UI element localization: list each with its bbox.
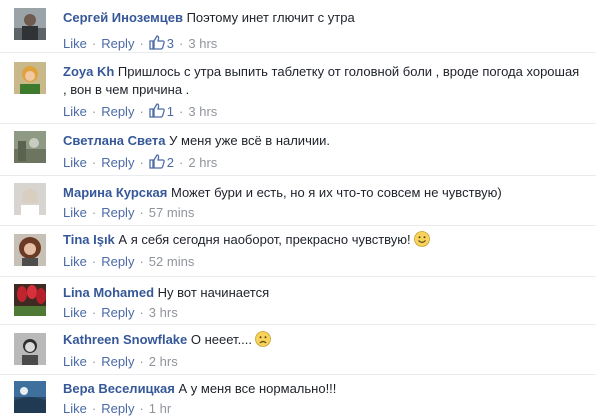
comment-time[interactable]: 2 hrs <box>188 155 217 170</box>
avatar[interactable] <box>14 284 46 316</box>
comment-text: Пришлось с утра выпить таблетку от голов… <box>63 64 580 97</box>
avatar[interactable] <box>14 234 46 266</box>
comment-item: Светлана Света У меня уже всё в наличии.… <box>0 124 596 176</box>
comment-time[interactable]: 3 hrs <box>188 104 217 119</box>
like-count[interactable]: 1 <box>149 103 175 119</box>
reply-link[interactable]: Reply <box>101 36 134 51</box>
comment-time[interactable]: 1 hr <box>149 401 171 416</box>
comment-author[interactable]: Kathreen Snowflake <box>63 332 187 347</box>
comment-time[interactable]: 57 mins <box>149 205 195 220</box>
comment-time[interactable]: 52 mins <box>149 254 195 269</box>
comment-actions: Like · Reply · 52 mins <box>63 254 195 269</box>
comment-author[interactable]: Tina Işık <box>63 232 115 247</box>
comment-text: Поэтому инет глючит с утра <box>186 10 355 25</box>
comment-text: У меня уже всё в наличии. <box>169 133 330 148</box>
reply-link[interactable]: Reply <box>101 354 134 369</box>
comment-text: О нееет.... <box>190 332 253 347</box>
comment-author[interactable]: Сергей Иноземцев <box>63 10 183 25</box>
comment-author[interactable]: Lina Mohamed <box>63 285 154 300</box>
like-link[interactable]: Like <box>63 104 87 119</box>
comment-time[interactable]: 3 hrs <box>149 305 178 320</box>
reply-link[interactable]: Reply <box>101 205 134 220</box>
comment-author[interactable]: Марина Курская <box>63 185 167 200</box>
comment-item: Kathreen Snowflake О нееет.... Like · Repl… <box>0 325 596 375</box>
like-link[interactable]: Like <box>63 155 87 170</box>
reply-link[interactable]: Reply <box>101 305 134 320</box>
like-count-value: 3 <box>166 36 175 51</box>
comment-author[interactable]: Zoya Kh <box>63 64 114 79</box>
avatar[interactable] <box>14 8 46 40</box>
reply-link[interactable]: Reply <box>101 401 134 416</box>
comment-actions: Like · Reply · 3 · 3 hrs <box>63 35 218 51</box>
like-link[interactable]: Like <box>63 254 87 269</box>
comment-text: А я себя сегодня наоборот, прекрасно чув… <box>118 232 411 247</box>
like-count-value: 1 <box>166 104 175 119</box>
comment-actions: Like · Reply · 1 · 3 hrs <box>63 103 218 119</box>
reply-link[interactable]: Reply <box>101 155 134 170</box>
comment-text: Может бури и есть, но я их что-то совсем… <box>170 185 502 200</box>
comment-body: Сергей Иноземцев Поэтому инет глючит с у… <box>63 9 586 27</box>
comment-body: Вера Веселицкая А у меня все нормально!!… <box>63 380 586 398</box>
comment-item: Lina Mohamed Ну вот начинается Like · Repl… <box>0 277 596 325</box>
smile-emoji-icon <box>413 231 430 247</box>
like-link[interactable]: Like <box>63 354 87 369</box>
like-count[interactable]: 3 <box>149 35 175 51</box>
avatar[interactable] <box>14 183 46 215</box>
like-link[interactable]: Like <box>63 205 87 220</box>
comment-body: Марина Курская Может бури и есть, но я и… <box>63 184 586 202</box>
avatar[interactable] <box>14 333 46 365</box>
comment-actions: Like · Reply · 2 · 2 hrs <box>63 154 218 170</box>
like-count-value: 2 <box>166 155 175 170</box>
avatar[interactable] <box>14 381 46 413</box>
comment-body: Zoya Kh Пришлось с утра выпить таблетку … <box>63 63 586 99</box>
comment-body: Kathreen Snowflake О нееет.... <box>63 331 586 349</box>
like-link[interactable]: Like <box>63 305 87 320</box>
comment-item: Вера Веселицкая А у меня все нормально!!… <box>0 375 596 419</box>
comment-body: Tina Işık А я себя сегодня наоборот, пре… <box>63 231 586 249</box>
thumbs-up-icon <box>149 35 165 50</box>
thumbs-up-icon <box>149 103 165 118</box>
comment-text: Ну вот начинается <box>157 285 270 300</box>
comment-author[interactable]: Светлана Света <box>63 133 166 148</box>
thumbs-up-icon <box>149 154 165 169</box>
comment-actions: Like · Reply · 1 hr <box>63 401 172 416</box>
like-link[interactable]: Like <box>63 401 87 416</box>
reply-link[interactable]: Reply <box>101 104 134 119</box>
comment-actions: Like · Reply · 3 hrs <box>63 305 178 320</box>
comment-author[interactable]: Вера Веселицкая <box>63 381 175 396</box>
comment-text: А у меня все нормально!!! <box>178 381 337 396</box>
comment-actions: Like · Reply · 57 mins <box>63 205 195 220</box>
comment-time[interactable]: 2 hrs <box>149 354 178 369</box>
avatar[interactable] <box>14 131 46 163</box>
like-count[interactable]: 2 <box>149 154 175 170</box>
reply-link[interactable]: Reply <box>101 254 134 269</box>
comment-item: Tina Işık А я себя сегодня наоборот, пре… <box>0 226 596 277</box>
like-link[interactable]: Like <box>63 36 87 51</box>
comment-body: Светлана Света У меня уже всё в наличии. <box>63 132 586 150</box>
comment-item: Zoya Kh Пришлось с утра выпить таблетку … <box>0 53 596 124</box>
avatar[interactable] <box>14 62 46 94</box>
frown-emoji-icon <box>255 331 271 347</box>
comment-body: Lina Mohamed Ну вот начинается <box>63 284 586 302</box>
comment-actions: Like · Reply · 2 hrs <box>63 354 178 369</box>
comment-time[interactable]: 3 hrs <box>188 36 217 51</box>
comment-item: Марина Курская Может бури и есть, но я и… <box>0 176 596 226</box>
comment-item: Сергей Иноземцев Поэтому инет глючит с у… <box>0 0 596 53</box>
